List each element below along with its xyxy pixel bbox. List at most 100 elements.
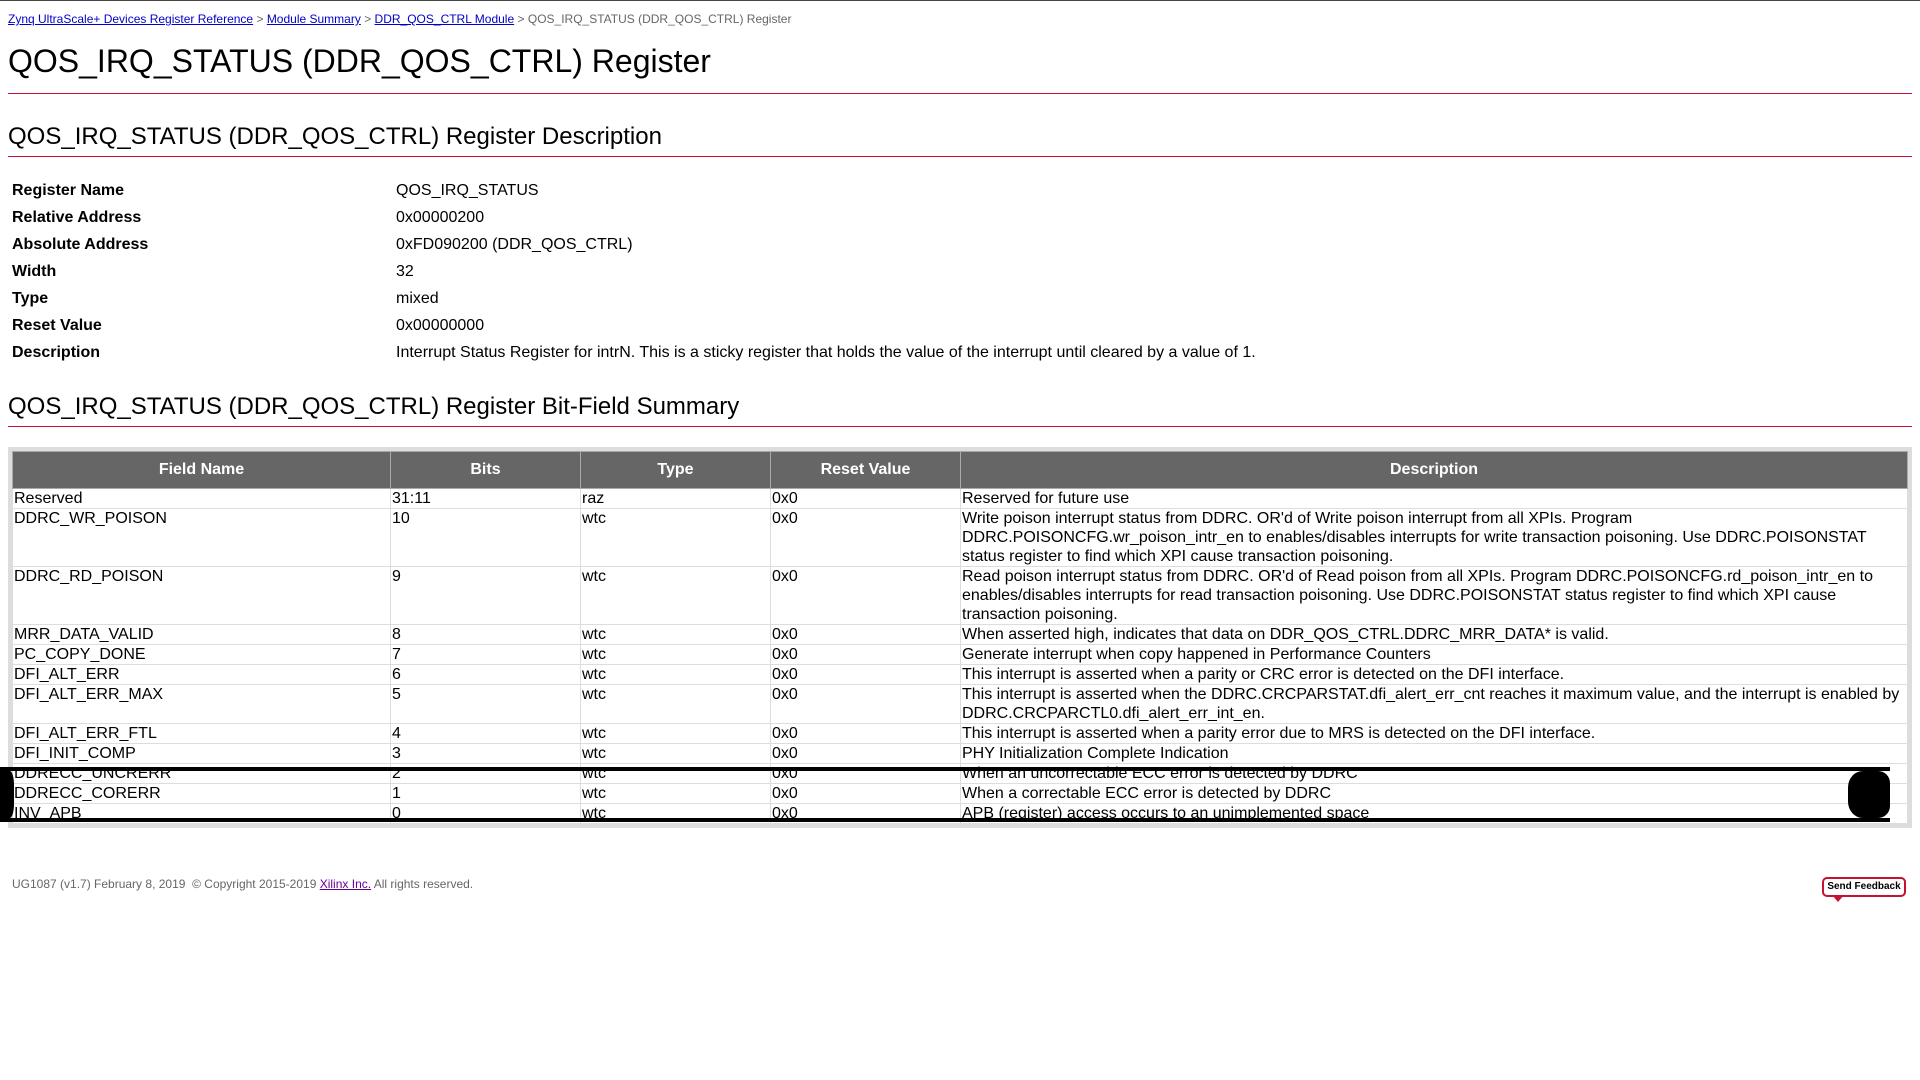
top-border: [0, 0, 1920, 1]
register-info-row: Description Interrupt Status Register for…: [8, 339, 1256, 366]
footer-rights: All rights reserved.: [373, 877, 474, 891]
bits-cell: 31:11: [390, 488, 581, 509]
footer-company-link[interactable]: Xilinx Inc.: [320, 877, 371, 891]
reset-value-cell: 0x0: [770, 803, 961, 824]
bitfield-row: MRR_DATA_VALID 8 wtc 0x0 When asserted high,…: [12, 624, 1908, 645]
bitfield-row: DDRECC_CORERR 1 wtc 0x0 When a correctable E…: [12, 783, 1908, 804]
breadcrumb-link-ddr-qos-ctrl-module[interactable]: DDR_QOS_CTRL Module: [375, 12, 515, 26]
breadcrumb-separator: >: [364, 12, 372, 26]
description-cell: Reserved for future use: [960, 488, 1908, 509]
bitfield-row: DDRC_RD_POISON 9 wtc 0x0 Read poison interru…: [12, 566, 1908, 625]
bitfield-heading: QOS_IRQ_STATUS (DDR_QOS_CTRL) Register B…: [8, 392, 1912, 427]
bits-cell: 3: [390, 743, 581, 764]
type-cell: wtc: [580, 684, 771, 724]
description-cell: When an uncorrectable ECC error is detec…: [960, 763, 1908, 784]
footer: UG1087 (v1.7) February 8, 2019 © Copyrig…: [12, 877, 473, 891]
breadcrumb-current: QOS_IRQ_STATUS (DDR_QOS_CTRL) Register: [527, 12, 792, 26]
register-info-key: Reset Value: [12, 316, 102, 334]
send-feedback-button[interactable]: Send Feedback: [1822, 877, 1906, 902]
type-cell: wtc: [580, 508, 771, 567]
column-header-field-name: Field Name: [12, 451, 391, 489]
description-cell: Read poison interrupt status from DDRC. …: [960, 566, 1908, 625]
breadcrumb-separator: >: [517, 12, 525, 26]
page-title: QOS_IRQ_STATUS (DDR_QOS_CTRL) Register: [8, 41, 1912, 94]
register-info-key: Relative Address: [12, 208, 142, 226]
register-info-key: Absolute Address: [12, 235, 149, 253]
type-cell: raz: [580, 488, 771, 509]
bits-cell: 4: [390, 723, 581, 744]
register-info-value: QOS_IRQ_STATUS: [396, 181, 539, 199]
bits-cell: 5: [390, 684, 581, 724]
breadcrumb-link-module-summary[interactable]: Module Summary: [267, 12, 361, 26]
reset-value-cell: 0x0: [770, 644, 961, 665]
field-name-cell: DDRECC_UNCRERR: [12, 763, 391, 784]
register-info-table: Register Name QOS_IRQ_STATUS Relative Addr…: [8, 177, 1256, 366]
description-cell: When asserted high, indicates that data …: [960, 624, 1908, 645]
field-name-cell: DFI_INIT_COMP: [12, 743, 391, 764]
bitfield-row: PC_COPY_DONE 7 wtc 0x0 Generate interrupt wh…: [12, 644, 1908, 665]
register-info-row: Width 32: [8, 258, 1256, 285]
field-name-cell: DDRC_WR_POISON: [12, 508, 391, 567]
speech-bubble-tail: [1832, 895, 1844, 902]
bits-cell: 2: [390, 763, 581, 784]
bits-cell: 7: [390, 644, 581, 665]
type-cell: wtc: [580, 644, 771, 665]
send-feedback-label: Send Feedback: [1827, 881, 1901, 892]
bitfield-row: DDRECC_UNCRERR 2 wtc 0x0 When an uncorrectab…: [12, 763, 1908, 784]
description-heading: QOS_IRQ_STATUS (DDR_QOS_CTRL) Register D…: [8, 122, 1912, 157]
field-name-cell: DFI_ALT_ERR_FTL: [12, 723, 391, 744]
bitfield-row: DFI_INIT_COMP 3 wtc 0x0 PHY Initialization C…: [12, 743, 1908, 764]
field-name-cell: DFI_ALT_ERR_MAX: [12, 684, 391, 724]
register-info-row: Type mixed: [8, 285, 1256, 312]
breadcrumb-separator: >: [256, 12, 264, 26]
register-info-value: Interrupt Status Register for intrN. Thi…: [396, 343, 1256, 361]
bitfield-row: DFI_ALT_ERR_FTL 4 wtc 0x0 This interrupt is …: [12, 723, 1908, 744]
reset-value-cell: 0x0: [770, 664, 961, 685]
description-cell: This interrupt is asserted when the DDRC…: [960, 684, 1908, 724]
field-name-cell: DDRECC_CORERR: [12, 783, 391, 804]
reset-value-cell: 0x0: [770, 684, 961, 724]
column-header-bits: Bits: [390, 451, 581, 489]
field-name-cell: INV_APB: [12, 803, 391, 824]
description-cell: Generate interrupt when copy happened in…: [960, 644, 1908, 665]
breadcrumb: Zynq UltraScale+ Devices Register Refere…: [8, 12, 1912, 27]
register-info-key: Description: [12, 343, 101, 361]
register-info-row: Absolute Address 0xFD090200 (DDR_QOS_CTRL…: [8, 231, 1256, 258]
type-cell: wtc: [580, 664, 771, 685]
register-info-value: 0x00000200: [396, 208, 485, 226]
type-cell: wtc: [580, 566, 771, 625]
description-cell: Write poison interrupt status from DDRC.…: [960, 508, 1908, 567]
field-name-cell: Reserved: [12, 488, 391, 509]
bits-cell: 0: [390, 803, 581, 824]
register-info-row: Reset Value 0x00000000: [8, 312, 1256, 339]
field-name-cell: DFI_ALT_ERR: [12, 664, 391, 685]
reset-value-cell: 0x0: [770, 508, 961, 567]
register-info-value: mixed: [396, 289, 439, 307]
reset-value-cell: 0x0: [770, 566, 961, 625]
breadcrumb-link-register-reference[interactable]: Zynq UltraScale+ Devices Register Refere…: [8, 12, 253, 26]
reset-value-cell: 0x0: [770, 763, 961, 784]
column-header-type: Type: [580, 451, 771, 489]
bitfield-table: Field Name Bits Type Reset Value Descrip…: [12, 451, 1908, 824]
bitfield-table-container: Field Name Bits Type Reset Value Descrip…: [8, 447, 1912, 828]
footer-copyright: © Copyright 2015-2019: [192, 877, 317, 891]
bitfield-row: DDRC_WR_POISON 10 wtc 0x0 Write poison inter…: [12, 508, 1908, 567]
bitfield-header-row: Field Name Bits Type Reset Value Descrip…: [12, 451, 1908, 489]
description-cell: PHY Initialization Complete Indication: [960, 743, 1908, 764]
reset-value-cell: 0x0: [770, 783, 961, 804]
type-cell: wtc: [580, 783, 771, 804]
type-cell: wtc: [580, 743, 771, 764]
bits-cell: 6: [390, 664, 581, 685]
bitfield-row: Reserved 31:11 raz 0x0 Reserved for future u…: [12, 488, 1908, 509]
type-cell: wtc: [580, 803, 771, 824]
reset-value-cell: 0x0: [770, 723, 961, 744]
bits-cell: 1: [390, 783, 581, 804]
register-info-key: Type: [12, 289, 49, 307]
reset-value-cell: 0x0: [770, 488, 961, 509]
description-cell: When a correctable ECC error is detected…: [960, 783, 1908, 804]
field-name-cell: MRR_DATA_VALID: [12, 624, 391, 645]
bitfield-row: DFI_ALT_ERR 6 wtc 0x0 This interrupt is asse…: [12, 664, 1908, 685]
column-header-reset-value: Reset Value: [770, 451, 961, 489]
description-cell: APB (register) access occurs to an unimp…: [960, 803, 1908, 824]
bits-cell: 10: [390, 508, 581, 567]
